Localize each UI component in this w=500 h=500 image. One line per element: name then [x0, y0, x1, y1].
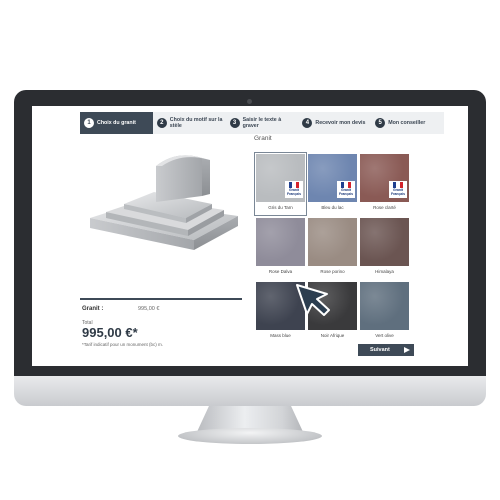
step-label: Recevoir mon devis	[315, 120, 366, 126]
step-number: 3	[229, 118, 240, 128]
badge-text: Granit Français	[287, 188, 301, 196]
step-label: Choix du granit	[97, 120, 136, 126]
total-disclaimer: *Tarif indicatif pour un monument (bc) m…	[82, 342, 164, 347]
arrow-right-icon	[404, 347, 410, 353]
granite-name: Bleu du lac	[321, 205, 344, 210]
monitor-chin	[14, 376, 486, 406]
granite-tile[interactable]: Vert olive	[360, 282, 409, 342]
granite-name: Himalaya	[375, 269, 394, 274]
granite-swatch	[360, 282, 409, 330]
granite-swatch	[256, 218, 305, 266]
granite-swatch	[308, 218, 357, 266]
summary-granit-label: Granit :	[82, 306, 104, 312]
progress-stepper: 1 Choix du granit 2 Choix du motif sur l…	[80, 112, 444, 134]
step-texte-graver[interactable]: 3 Saisir le texte à graver	[226, 112, 299, 134]
summary-divider	[80, 298, 242, 300]
granite-swatch	[360, 218, 409, 266]
granite-name: Rose clarté	[373, 205, 396, 210]
step-number: 4	[302, 118, 313, 128]
step-number: 1	[84, 118, 94, 128]
granite-swatch: Granit Français	[308, 154, 357, 202]
step-choix-granit[interactable]: 1 Choix du granit	[80, 112, 153, 134]
step-devis[interactable]: 4 Recevoir mon devis	[298, 112, 371, 134]
granite-section-title: Granit	[254, 135, 272, 142]
granite-name: Rose porino	[320, 269, 345, 274]
granit-francais-badge: Granit Français	[337, 181, 355, 198]
granit-francais-badge: Granit Français	[285, 181, 303, 198]
next-button-label: Suivant	[370, 347, 390, 353]
granite-name: Rose Dalva	[268, 269, 293, 274]
granite-name: Mass blue	[270, 333, 291, 338]
granite-tile[interactable]: Rose porino	[308, 218, 357, 278]
granite-swatch: Granit Français	[360, 154, 409, 202]
granite-name: Vert olive	[375, 333, 394, 338]
monitor-scene: 1 Choix du granit 2 Choix du motif sur l…	[0, 0, 500, 500]
step-label: Mon conseiller	[388, 120, 426, 126]
webcam-icon	[247, 99, 252, 104]
summary-granit-value: 995,00 €	[138, 306, 160, 312]
step-conseiller[interactable]: 5 Mon conseiller	[371, 112, 444, 134]
granit-francais-badge: Granit Français	[389, 181, 407, 198]
granite-tile[interactable]: Granit Français Gris du Tarn	[254, 152, 307, 216]
total-price: 995,00 €*	[82, 325, 138, 340]
granite-swatch: Granit Français	[256, 154, 305, 202]
granite-tile[interactable]: Granit Français Bleu du lac	[308, 154, 357, 214]
granite-tile[interactable]: Himalaya	[360, 218, 409, 278]
step-number: 2	[156, 118, 167, 128]
granite-name: Gris du Tarn	[268, 205, 293, 210]
granite-name: Noir Afrique	[320, 333, 345, 338]
step-choix-motif[interactable]: 2 Choix du motif sur la stèle	[153, 112, 226, 134]
step-label: Saisir le texte à graver	[242, 117, 282, 129]
app-screen: 1 Choix du granit 2 Choix du motif sur l…	[32, 106, 468, 366]
pointer-cursor-icon	[296, 284, 330, 316]
monument-preview-image	[90, 155, 238, 250]
step-number: 5	[375, 118, 386, 128]
step-label: Choix du motif sur la stèle	[169, 117, 223, 129]
granite-tile[interactable]: Granit Français Rose clarté	[360, 154, 409, 214]
granite-tile[interactable]: Rose Dalva	[256, 218, 305, 278]
badge-text: Granit Français	[391, 188, 405, 196]
monitor-stand-base	[178, 428, 322, 444]
next-button[interactable]: Suivant	[358, 344, 414, 356]
badge-text: Granit Français	[339, 188, 353, 196]
